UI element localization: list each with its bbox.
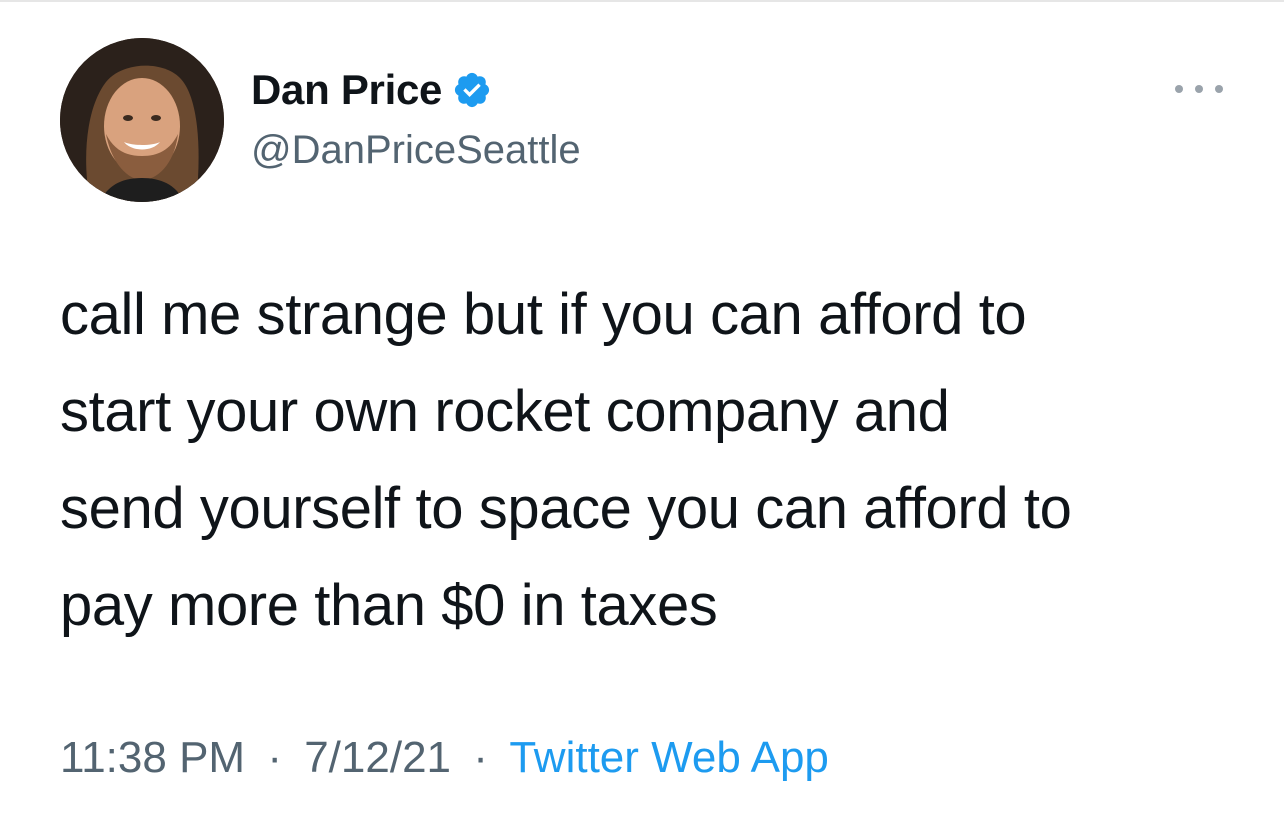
name-row: Dan Price — [251, 62, 581, 118]
tweet-text: call me strange but if you can afford to… — [60, 266, 1250, 654]
more-options-icon[interactable] — [1175, 82, 1223, 96]
author-block: Dan Price @DanPriceSeattle — [251, 62, 581, 178]
more-dot — [1175, 85, 1183, 93]
avatar[interactable] — [60, 38, 224, 202]
tweet-source-link[interactable]: Twitter Web App — [509, 733, 829, 782]
tweet-date[interactable]: 7/12/21 — [304, 733, 451, 782]
more-dot — [1195, 85, 1203, 93]
handle[interactable]: @DanPriceSeattle — [251, 122, 581, 178]
tweet-text-line: pay more than $0 in taxes — [60, 573, 718, 638]
tweet-meta: 11:38 PM · 7/12/21 · Twitter Web App — [60, 728, 829, 788]
more-dot — [1215, 85, 1223, 93]
tweet-card: Dan Price @DanPriceSeattle call me stran… — [0, 0, 1284, 821]
profile-photo — [60, 38, 224, 202]
tweet-text-line: start your own rocket company and — [60, 379, 950, 444]
meta-separator: · — [267, 733, 282, 782]
verified-badge-icon — [452, 70, 492, 110]
tweet-time[interactable]: 11:38 PM — [60, 733, 245, 782]
tweet-text-line: send yourself to space you can afford to — [60, 476, 1072, 541]
display-name[interactable]: Dan Price — [251, 62, 442, 118]
meta-separator: · — [473, 733, 488, 782]
tweet-text-line: call me strange but if you can afford to — [60, 282, 1027, 347]
